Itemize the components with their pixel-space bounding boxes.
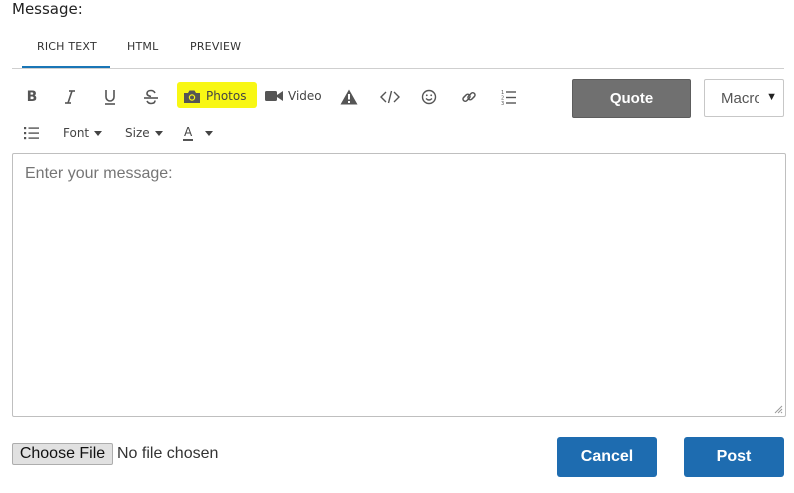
tab-preview[interactable]: PREVIEW bbox=[190, 40, 241, 53]
macros-selected-value: Macros bbox=[721, 89, 759, 107]
caret-down-icon bbox=[94, 130, 103, 136]
italic-button[interactable] bbox=[62, 88, 78, 106]
cancel-button[interactable]: Cancel bbox=[557, 437, 657, 477]
video-camera-icon bbox=[265, 91, 283, 101]
tab-rich-text[interactable]: RICH TEXT bbox=[37, 40, 97, 53]
editor-tabs: RICH TEXT HTML PREVIEW bbox=[12, 30, 784, 69]
unordered-list-icon bbox=[24, 127, 39, 140]
warning-button[interactable] bbox=[340, 88, 358, 106]
ordered-list-icon: 1 2 3 bbox=[501, 90, 516, 105]
underline-button[interactable] bbox=[102, 88, 118, 106]
font-color-dropdown[interactable]: A bbox=[183, 124, 214, 142]
resize-handle-icon[interactable] bbox=[774, 405, 783, 414]
video-label: Video bbox=[288, 89, 322, 103]
editor-placeholder: Enter your message: bbox=[25, 165, 173, 182]
strikethrough-button[interactable] bbox=[142, 88, 160, 106]
file-status: No file chosen bbox=[117, 445, 219, 462]
underline-icon bbox=[105, 90, 115, 105]
emoji-button[interactable] bbox=[420, 88, 438, 106]
size-dropdown[interactable]: Size bbox=[125, 124, 163, 142]
font-dropdown[interactable]: Font bbox=[63, 124, 103, 142]
font-color-icon: A bbox=[183, 124, 194, 141]
photos-label: Photos bbox=[206, 89, 247, 103]
caret-down-icon bbox=[205, 130, 214, 136]
bold-icon: B bbox=[26, 89, 38, 105]
message-editor[interactable]: Enter your message: bbox=[12, 153, 786, 417]
quote-button[interactable]: Quote bbox=[572, 79, 691, 118]
video-button[interactable]: Video bbox=[265, 87, 322, 105]
caret-down-icon bbox=[154, 130, 163, 136]
svg-text:3: 3 bbox=[501, 101, 504, 105]
choose-file-button[interactable]: Choose File bbox=[12, 443, 113, 465]
tab-html[interactable]: HTML bbox=[127, 40, 158, 53]
link-button[interactable] bbox=[460, 88, 478, 106]
warning-icon bbox=[340, 89, 358, 105]
dropdown-arrow-icon: ▼ bbox=[766, 91, 777, 103]
ordered-list-button[interactable]: 1 2 3 bbox=[500, 88, 518, 106]
photos-button[interactable]: Photos bbox=[183, 87, 246, 105]
font-label: Font bbox=[63, 126, 90, 140]
code-button[interactable] bbox=[380, 88, 400, 106]
bold-button[interactable]: B bbox=[24, 88, 40, 106]
code-icon bbox=[380, 90, 400, 104]
italic-icon bbox=[65, 90, 75, 104]
unordered-list-button[interactable] bbox=[24, 124, 40, 142]
size-label: Size bbox=[125, 126, 150, 140]
macros-select[interactable]: Macros ▼ bbox=[704, 79, 784, 117]
post-button[interactable]: Post bbox=[684, 437, 784, 477]
camera-icon bbox=[184, 90, 200, 103]
message-label: Message: bbox=[12, 0, 83, 18]
active-tab-indicator bbox=[22, 66, 110, 68]
emoji-icon bbox=[421, 89, 437, 105]
strikethrough-icon bbox=[144, 89, 158, 105]
link-icon bbox=[462, 91, 476, 103]
